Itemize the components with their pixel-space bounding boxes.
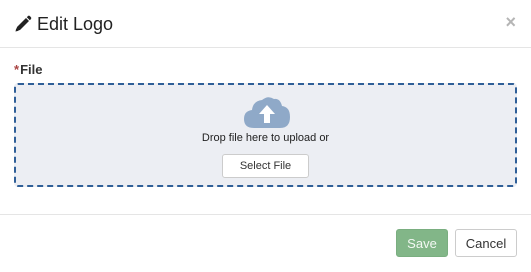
- dialog-header: Edit Logo ×: [0, 0, 531, 48]
- cloud-upload-icon: [243, 95, 291, 129]
- dialog-title-group: Edit Logo: [14, 13, 113, 35]
- file-dropzone[interactable]: Drop file here to upload or Select File: [14, 83, 517, 187]
- file-field-label: *File: [14, 61, 42, 79]
- close-button[interactable]: ×: [505, 12, 516, 32]
- cancel-button[interactable]: Cancel: [455, 229, 517, 257]
- file-label-text: File: [20, 62, 43, 77]
- required-marker: *: [14, 62, 20, 77]
- pencil-icon: [14, 15, 32, 33]
- select-file-button[interactable]: Select File: [222, 154, 309, 178]
- save-button[interactable]: Save: [396, 229, 448, 257]
- dialog-title: Edit Logo: [37, 14, 114, 34]
- footer-divider: [0, 214, 531, 215]
- edit-logo-dialog: Edit Logo × *File Drop file here to uplo…: [0, 0, 531, 272]
- drop-instructions: Drop file here to upload or: [201, 132, 330, 144]
